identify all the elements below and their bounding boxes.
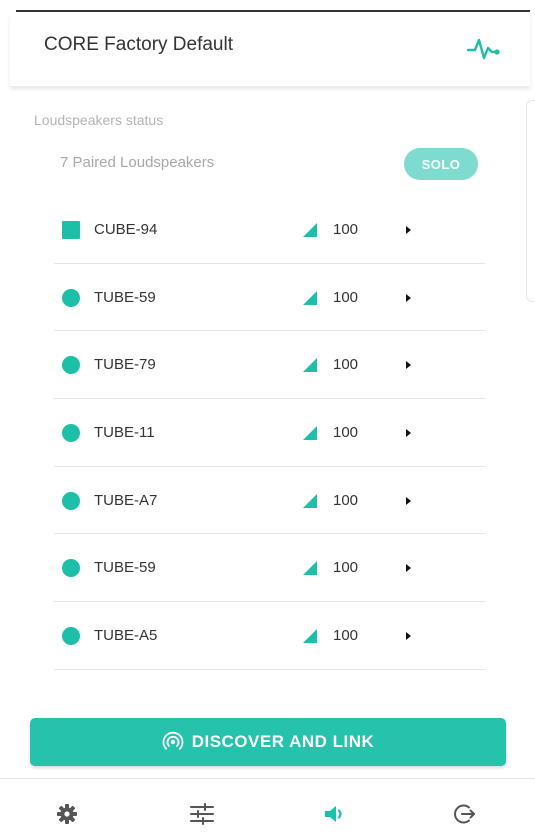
speaker-row[interactable]: TUBE-59 100 xyxy=(54,264,485,332)
caret-right-icon[interactable] xyxy=(406,564,411,573)
speaker-name: TUBE-79 xyxy=(94,356,156,374)
speaker-name: TUBE-A5 xyxy=(94,627,158,645)
app-header: CORE Factory Default xyxy=(10,12,530,86)
solo-button[interactable]: SOLO xyxy=(404,148,478,180)
speaker-name: CUBE-94 xyxy=(94,221,158,238)
volume-level-icon xyxy=(303,223,317,237)
side-drawer-handle[interactable] xyxy=(526,100,535,302)
speaker-row[interactable]: TUBE-11 100 xyxy=(54,399,485,467)
page-title: CORE Factory Default xyxy=(44,34,233,55)
nav-equalizer[interactable] xyxy=(187,799,217,829)
volume-value: 100 xyxy=(333,424,359,442)
caret-right-icon[interactable] xyxy=(406,632,411,641)
nav-settings[interactable] xyxy=(52,799,82,829)
caret-right-icon[interactable] xyxy=(406,293,411,302)
speaker-name: TUBE-A7 xyxy=(94,491,158,509)
speaker-icon xyxy=(325,806,342,822)
volume-level-icon xyxy=(303,290,317,305)
speaker-row[interactable]: TUBE-A7 100 xyxy=(54,467,485,535)
volume-level-icon xyxy=(303,561,317,576)
volume-value: 100 xyxy=(333,288,359,306)
volume-level-icon xyxy=(303,493,317,508)
circle-marker-icon xyxy=(62,356,80,375)
section-label: Loudspeakers status xyxy=(34,112,164,128)
speaker-name: TUBE-59 xyxy=(94,559,156,577)
volume-value: 100 xyxy=(333,491,359,509)
caret-right-icon[interactable] xyxy=(406,429,411,438)
circle-marker-icon xyxy=(62,559,80,578)
caret-right-icon[interactable] xyxy=(406,361,411,370)
speaker-row[interactable]: CUBE-94 100 xyxy=(54,196,485,264)
nav-speakers[interactable] xyxy=(320,799,350,829)
circle-marker-icon xyxy=(62,424,80,443)
discover-label: DISCOVER AND LINK xyxy=(191,732,375,751)
broadcast-icon xyxy=(162,731,184,750)
circle-marker-icon xyxy=(62,491,80,510)
speaker-list: CUBE-94 100 TUBE-59 100 TUBE-79 100 TUBE-11 100… xyxy=(54,196,485,670)
speaker-name: TUBE-11 xyxy=(94,424,155,442)
square-marker-icon xyxy=(62,221,80,239)
caret-right-icon[interactable] xyxy=(406,496,411,505)
discover-and-link-button[interactable]: DISCOVER AND LINK xyxy=(30,718,506,766)
volume-level-icon xyxy=(303,426,317,441)
nav-logout[interactable] xyxy=(450,799,480,829)
speaker-row[interactable]: TUBE-A5 100 xyxy=(54,602,485,670)
volume-value: 100 xyxy=(333,356,359,374)
sliders-icon xyxy=(190,803,214,825)
bottom-navigation xyxy=(0,778,535,837)
speaker-row[interactable]: TUBE-59 100 xyxy=(54,534,485,603)
paired-count: 7 Paired Loudspeakers xyxy=(60,154,215,171)
gear-icon xyxy=(57,804,77,824)
speaker-name: TUBE-59 xyxy=(94,288,156,306)
circle-marker-icon xyxy=(62,627,80,646)
volume-level-icon xyxy=(303,358,317,373)
volume-value: 100 xyxy=(333,559,359,577)
caret-right-icon[interactable] xyxy=(406,226,411,234)
logout-icon xyxy=(454,804,475,824)
volume-level-icon xyxy=(303,629,317,644)
activity-pulse-icon[interactable] xyxy=(466,34,500,64)
volume-value: 100 xyxy=(333,221,359,238)
speaker-row[interactable]: TUBE-79 100 xyxy=(54,331,485,400)
circle-marker-icon xyxy=(62,288,80,307)
volume-value: 100 xyxy=(333,627,359,645)
